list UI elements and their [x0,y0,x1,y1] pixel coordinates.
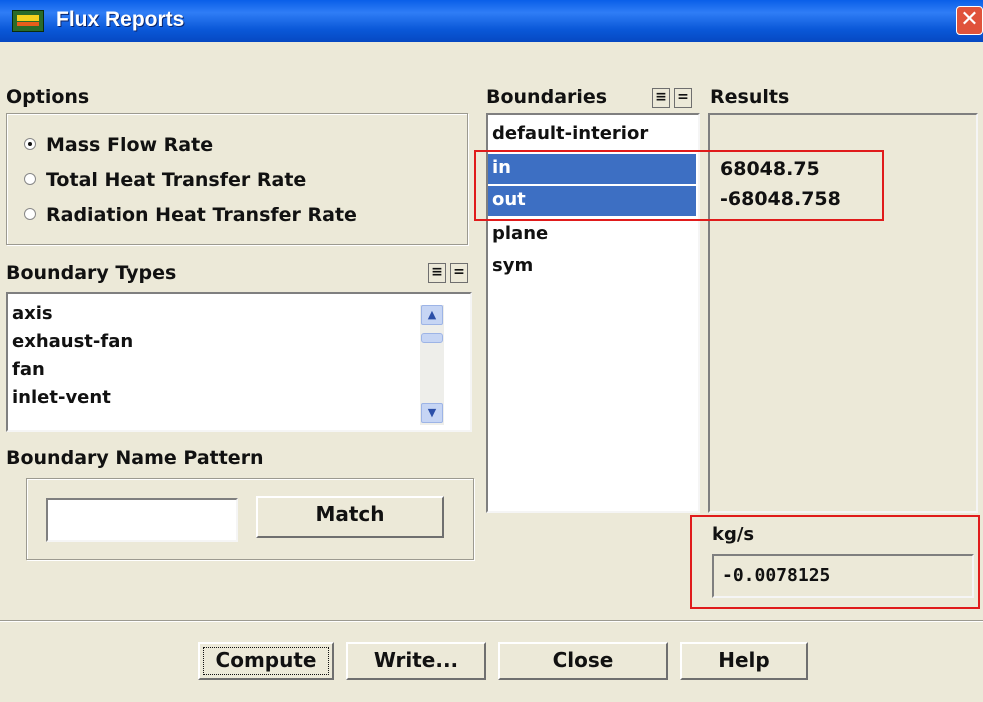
close-window-button[interactable]: ✕ [956,6,983,35]
list-item[interactable]: inlet-vent [12,387,111,408]
list-item[interactable]: plane [492,223,548,244]
chevron-up-icon: ▲ [427,308,437,321]
close-button[interactable]: Close [498,642,668,680]
compute-button[interactable]: Compute [198,642,334,680]
scroll-thumb[interactable] [421,333,443,343]
list-item[interactable]: exhaust-fan [12,331,133,352]
radio-unselected-icon [24,172,36,185]
boundary-types-scrollbar[interactable]: ▲ ▼ [420,305,444,425]
scroll-up-button[interactable]: ▲ [421,305,443,325]
radio-mass-flow-rate[interactable]: Mass Flow Rate [24,134,213,156]
boundaries-label: Boundaries [486,86,608,108]
button-divider [0,620,983,622]
radio-unselected-icon [24,207,36,220]
radio-label: Radiation Heat Transfer Rate [46,204,357,226]
deselect-all-icon: = [453,264,465,280]
deselect-all-icon: = [677,89,689,105]
match-button[interactable]: Match [256,496,444,538]
window-title: Flux Reports [56,8,185,31]
radio-selected-icon [24,137,36,150]
highlight-box-net [690,515,980,609]
select-all-icon: ≡ [431,264,443,280]
help-button[interactable]: Help [680,642,808,680]
select-all-types-button[interactable]: ≡ [428,263,446,283]
highlight-box-results [474,150,884,221]
deselect-all-boundaries-button[interactable]: = [674,88,692,108]
boundary-types-list[interactable]: axis exhaust-fan fan inlet-vent [6,292,472,432]
radio-label: Total Heat Transfer Rate [46,169,307,191]
chevron-down-icon: ▼ [427,406,437,419]
scroll-down-button[interactable]: ▼ [421,403,443,423]
radio-total-heat-transfer-rate[interactable]: Total Heat Transfer Rate [24,169,306,191]
list-item[interactable]: default-interior [492,123,648,144]
title-bar[interactable]: Flux Reports ✕ [0,0,983,42]
list-item[interactable]: axis [12,303,53,324]
select-all-icon: ≡ [655,89,667,105]
list-item[interactable]: sym [492,255,533,276]
close-icon: ✕ [960,7,979,32]
boundary-name-pattern-input[interactable] [46,498,238,542]
radio-label: Mass Flow Rate [46,134,214,156]
radio-radiation-heat-transfer-rate[interactable]: Radiation Heat Transfer Rate [24,204,357,226]
write-button[interactable]: Write... [346,642,486,680]
app-icon [12,10,44,32]
select-all-boundaries-button[interactable]: ≡ [652,88,670,108]
boundary-types-label: Boundary Types [6,262,177,284]
results-label: Results [710,86,790,108]
list-item[interactable]: fan [12,359,45,380]
deselect-all-types-button[interactable]: = [450,263,468,283]
flux-reports-window: Flux Reports ✕ Options Mass Flow Rate To… [0,0,983,702]
boundary-name-pattern-label: Boundary Name Pattern [6,447,264,469]
options-label: Options [6,86,90,108]
